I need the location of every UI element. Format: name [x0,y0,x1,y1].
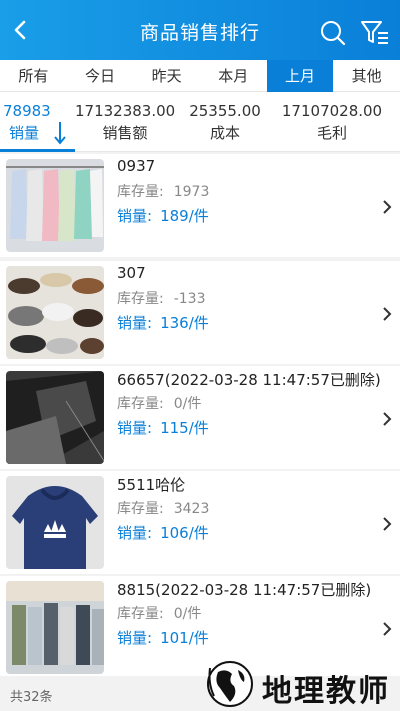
sales-value: 136/件 [160,314,209,332]
product-thumbnail [6,581,104,674]
product-name: 0937 [117,157,156,175]
sales-label: 销量: [117,207,153,225]
stat-label: 销售额 [102,124,148,142]
sales-row: 销量: 136/件 [117,312,209,333]
sales-label: 销量: [117,629,153,647]
product-thumbnail [6,371,104,464]
stat-sales-amount[interactable]: 17132383.00 销售额 [75,102,175,143]
list-item[interactable]: 66657(2022-03-28 11:47:57已删除) 库存量: 0/件 销量… [0,366,400,469]
product-name: 307 [117,264,146,282]
stock-row: 库存量: 1973 [117,181,209,201]
stats-summary: 78983 销量 17132383.00 销售额 25355.00 成本 171… [0,92,400,152]
sales-row: 销量: 189/件 [117,205,209,226]
stock-label: 库存量: [117,606,164,622]
active-stat-underline [0,149,75,152]
sort-down-arrow-icon [54,122,66,145]
stock-value: 0/件 [173,396,202,412]
chevron-right-icon [383,307,392,321]
stock-label: 库存量: [117,396,164,412]
stock-label: 库存量: [117,291,164,307]
tab-all[interactable]: 所有 [0,60,67,92]
sales-row: 销量: 101/件 [117,627,209,648]
list-item[interactable]: 0937 库存量: 1973 销量: 189/件 [0,154,400,257]
stat-value: 25355.00 [189,102,261,120]
sales-row: 销量: 106/件 [117,522,209,543]
product-thumbnail [6,476,104,569]
stat-gross-profit[interactable]: 17107028.00 毛利 [280,102,384,143]
chevron-right-icon [383,412,392,426]
product-name: 8815(2022-03-28 11:47:57已删除) [117,581,372,599]
product-name: 5511哈伦 [117,476,186,494]
tab-last-month[interactable]: 上月 [266,60,334,92]
sales-label: 销量: [117,314,153,332]
chevron-right-icon [383,622,392,636]
stock-value: -133 [173,291,206,307]
total-count: 共32条 [10,690,53,705]
sales-value: 101/件 [160,629,209,647]
stock-label: 库存量: [117,501,164,517]
product-thumbnail [6,159,104,252]
stock-row: 库存量: 3423 [117,498,209,518]
search-icon[interactable] [319,19,347,47]
tab-yesterday[interactable]: 昨天 [133,60,200,92]
sales-row: 销量: 115/件 [117,417,209,438]
stat-value: 17132383.00 [75,102,176,120]
product-thumbnail [6,266,104,359]
stock-row: 库存量: -133 [117,288,206,308]
sales-value: 106/件 [160,524,209,542]
period-tabs: 所有 今日 昨天 本月 上月 其他 [0,60,400,92]
list-item[interactable]: 307 库存量: -133 销量: 136/件 [0,261,400,364]
sales-value: 189/件 [160,207,209,225]
tab-other[interactable]: 其他 [333,60,400,92]
stat-value: 17107028.00 [281,102,383,120]
sales-label: 销量: [117,524,153,542]
stat-label: 成本 [209,124,240,142]
sales-label: 销量: [117,419,153,437]
chevron-right-icon [383,517,392,531]
app-screen: 商品销售排行 所有 今日 昨天 本月 上月 其他 78983 销量 171323… [0,0,400,711]
tab-this-month[interactable]: 本月 [200,60,267,92]
stat-sales-volume[interactable]: 78983 销量 [3,102,73,145]
stat-value: 78983 [3,102,51,120]
tab-today[interactable]: 今日 [67,60,134,92]
sales-value: 115/件 [160,419,209,437]
stock-row: 库存量: 0/件 [117,603,201,623]
stock-value: 3423 [173,501,210,517]
watermark-text: 地理教师 [262,674,390,709]
product-name: 66657(2022-03-28 11:47:57已删除) [117,371,381,389]
stock-row: 库存量: 0/件 [117,393,201,413]
watermark: 地理教师 [196,656,396,711]
globe-logo-icon [207,661,253,707]
header-bar: 商品销售排行 [0,0,400,60]
filter-icon[interactable] [359,19,391,47]
stock-value: 0/件 [173,606,202,622]
chevron-right-icon [383,200,392,214]
stock-label: 库存量: [117,184,164,200]
stat-label: 毛利 [316,124,347,142]
list-item[interactable]: 5511哈伦 库存量: 3423 销量: 106/件 [0,471,400,574]
stock-value: 1973 [173,184,210,200]
stat-cost[interactable]: 25355.00 成本 [180,102,270,143]
